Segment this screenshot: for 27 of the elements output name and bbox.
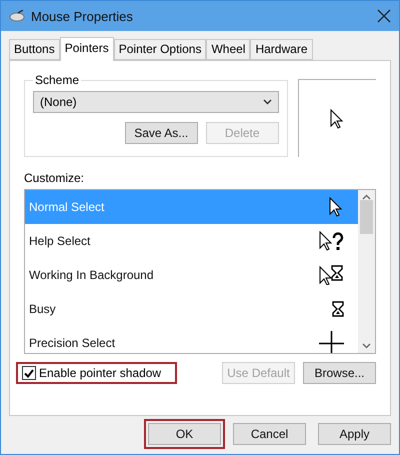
scheme-button[interactable]: Save As...	[124, 122, 198, 144]
checkmark-icon	[24, 368, 34, 378]
dialog-button[interactable]: Cancel	[233, 423, 306, 445]
customize-label: Customize:	[24, 171, 86, 185]
shadow-checkbox[interactable]: Enable pointer shadow	[16, 362, 178, 384]
group-label: Scheme	[34, 73, 80, 87]
help-pointer-icon	[319, 231, 344, 251]
tab[interactable]: Wheel	[206, 39, 250, 60]
arrow-pointer-icon	[329, 197, 344, 217]
caret-icon	[262, 99, 272, 105]
scrollbar[interactable]	[358, 190, 375, 353]
list-button[interactable]: Browse...	[303, 362, 376, 384]
tab[interactable]: Hardware	[250, 39, 312, 60]
scroll-thumb[interactable]	[360, 200, 373, 234]
window-title: Mouse Properties	[31, 8, 134, 24]
busy-pointer-icon	[319, 265, 344, 285]
dialog-button[interactable]: OK	[148, 423, 221, 445]
tab[interactable]: Pointer Options	[114, 39, 206, 60]
arrow-pointer-icon	[330, 108, 345, 128]
scheme-dropdown[interactable]: (None)	[33, 91, 279, 113]
tab[interactable]: Buttons	[9, 39, 60, 60]
close-icon[interactable]	[377, 9, 391, 23]
crosshair-icon	[319, 330, 344, 353]
dialog-button[interactable]: Apply	[318, 423, 391, 445]
hourglass-icon	[332, 300, 344, 318]
mouse-icon	[9, 10, 25, 22]
tab[interactable]: Pointers	[60, 37, 114, 61]
